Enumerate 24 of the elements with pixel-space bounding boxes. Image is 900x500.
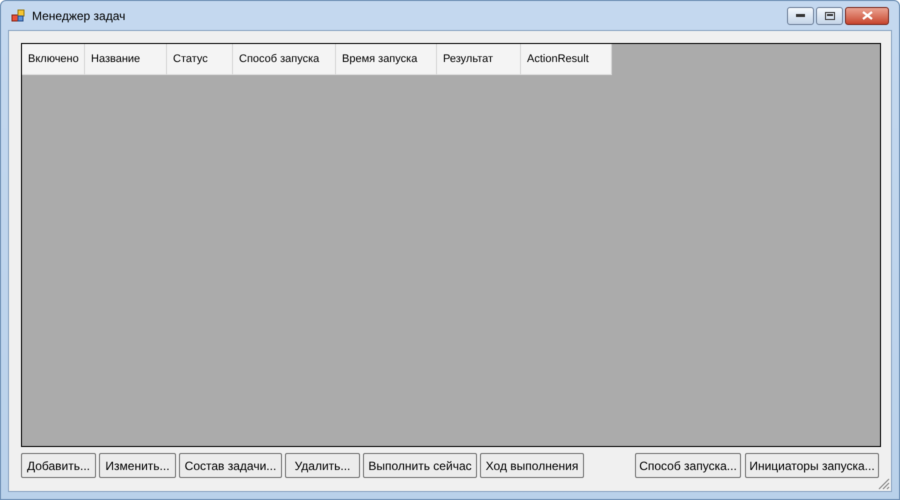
window-title: Менеджер задач bbox=[32, 8, 126, 24]
action-button[interactable]: Добавить... bbox=[21, 453, 96, 478]
column-header[interactable]: Включено bbox=[22, 44, 85, 75]
action-button[interactable]: Состав задачи... bbox=[179, 453, 282, 478]
column-header[interactable]: Способ запуска bbox=[233, 44, 336, 75]
column-header[interactable]: ActionResult bbox=[521, 44, 612, 75]
action-button[interactable]: Способ запуска... bbox=[635, 453, 741, 478]
column-header[interactable]: Время запуска bbox=[336, 44, 437, 75]
restore-icon bbox=[824, 12, 834, 20]
action-button[interactable]: Ход выполнения bbox=[480, 453, 584, 478]
column-header[interactable]: Статус bbox=[167, 44, 233, 75]
action-button[interactable]: Выполнить сейчас bbox=[363, 453, 477, 478]
action-button[interactable]: Инициаторы запуска... bbox=[745, 453, 879, 478]
action-button[interactable]: Изменить... bbox=[99, 453, 176, 478]
column-header[interactable]: Название bbox=[85, 44, 167, 75]
app-icon bbox=[11, 8, 25, 22]
close-icon bbox=[862, 11, 872, 20]
maximize-button[interactable] bbox=[816, 6, 843, 24]
close-button[interactable] bbox=[845, 6, 889, 24]
action-button[interactable]: Удалить... bbox=[285, 453, 360, 478]
minimize-icon bbox=[796, 14, 805, 17]
resize-grip-icon bbox=[878, 478, 890, 490]
minimize-button[interactable] bbox=[787, 6, 814, 24]
column-header[interactable]: Результат bbox=[437, 44, 521, 75]
